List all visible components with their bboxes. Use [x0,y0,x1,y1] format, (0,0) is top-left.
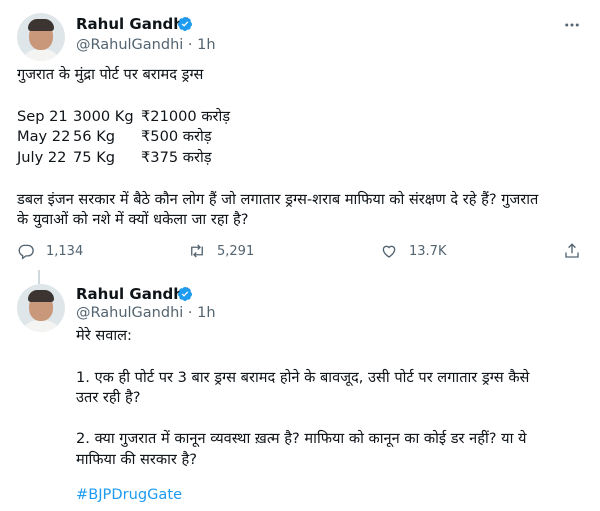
question-line: उतर रही है? [76,389,141,406]
author-handle[interactable]: @RahulGandhi [76,305,183,321]
retweet-count: 5,291 [217,243,255,259]
reply-count: 1,134 [46,243,84,259]
avatar[interactable] [17,284,65,332]
question-line: 2. क्या गुजरात में कानून व्यवस्था ख़त्म … [76,430,527,447]
tweet-reply[interactable]: Rahul Gandhi @RahulGandhi · 1h मेरे सवाल… [0,284,600,511]
verified-badge-icon [178,17,193,31]
like-icon [382,245,396,258]
question-line: माफिया की सरकार है? [76,451,197,468]
author-name[interactable]: Rahul Gandhi [76,15,189,33]
thread-connector [38,270,40,284]
like-button[interactable]: 13.7K [380,240,446,262]
row-value: ₹21000 करोड़ [141,108,231,125]
row-qty: 75 Kg [73,149,116,166]
retweet-button[interactable]: 5,291 [188,240,254,262]
avatar[interactable] [17,13,65,61]
verified-badge-icon [178,287,193,301]
action-bar: 1,134 5,291 13.7K [0,240,600,264]
author-handle[interactable]: @RahulGandhi [76,37,183,53]
question-line: 1. एक ही पोर्ट पर 3 बार ड्रग्स बरामद होन… [76,369,530,386]
row-date: May 22 [17,128,71,145]
more-icon[interactable] [563,16,581,34]
timestamp[interactable]: 1h [197,37,215,53]
author-name[interactable]: Rahul Gandhi [76,285,189,303]
timestamp[interactable]: 1h [197,305,215,321]
row-value: ₹500 करोड़ [141,128,212,145]
reply-button[interactable]: 1,134 [17,240,83,262]
retweet-icon [191,244,203,258]
tweet-main[interactable]: Rahul Gandhi @RahulGandhi · 1h गुजरात के… [0,0,600,270]
separator-dot: · [187,305,198,321]
share-icon [565,243,579,258]
share-button[interactable] [563,240,592,262]
row-qty: 3000 Kg [73,108,134,125]
separator-dot: · [187,37,198,53]
row-date: July 22 [17,149,67,166]
tweet-title: गुजरात के मुंद्रा पोर्ट पर बरामद ड्रग्स [17,66,204,83]
like-count: 13.7K [409,243,447,259]
hashtag-link[interactable]: #BJPDrugGate [76,485,182,505]
tweet-body-line: के युवाओं को नशे में क्यों धकेला जा रहा … [17,211,249,228]
row-date: Sep 21 [17,108,68,125]
reply-icon [18,244,34,260]
row-qty: 56 Kg [73,128,116,145]
row-value: ₹375 करोड़ [141,149,212,166]
tweet-intro: मेरे सवाल: [76,327,132,344]
tweet-body-line: डबल इंजन सरकार में बैठे कौन लोग हैं जो ल… [17,191,539,208]
